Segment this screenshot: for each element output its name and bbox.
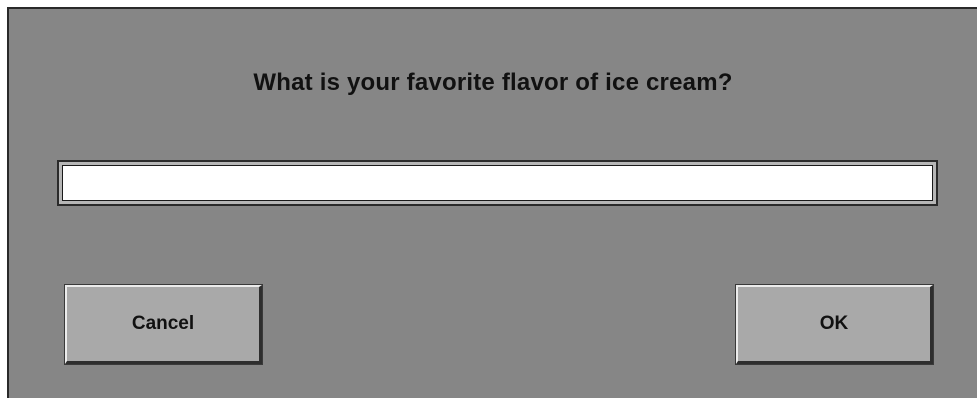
- answer-field-frame: [57, 160, 938, 206]
- input-dialog: What is your favorite flavor of ice crea…: [7, 7, 977, 398]
- cancel-button[interactable]: Cancel: [64, 284, 263, 365]
- dialog-prompt: What is your favorite flavor of ice crea…: [253, 69, 733, 96]
- ok-button[interactable]: OK: [735, 284, 934, 365]
- answer-input[interactable]: [62, 165, 933, 201]
